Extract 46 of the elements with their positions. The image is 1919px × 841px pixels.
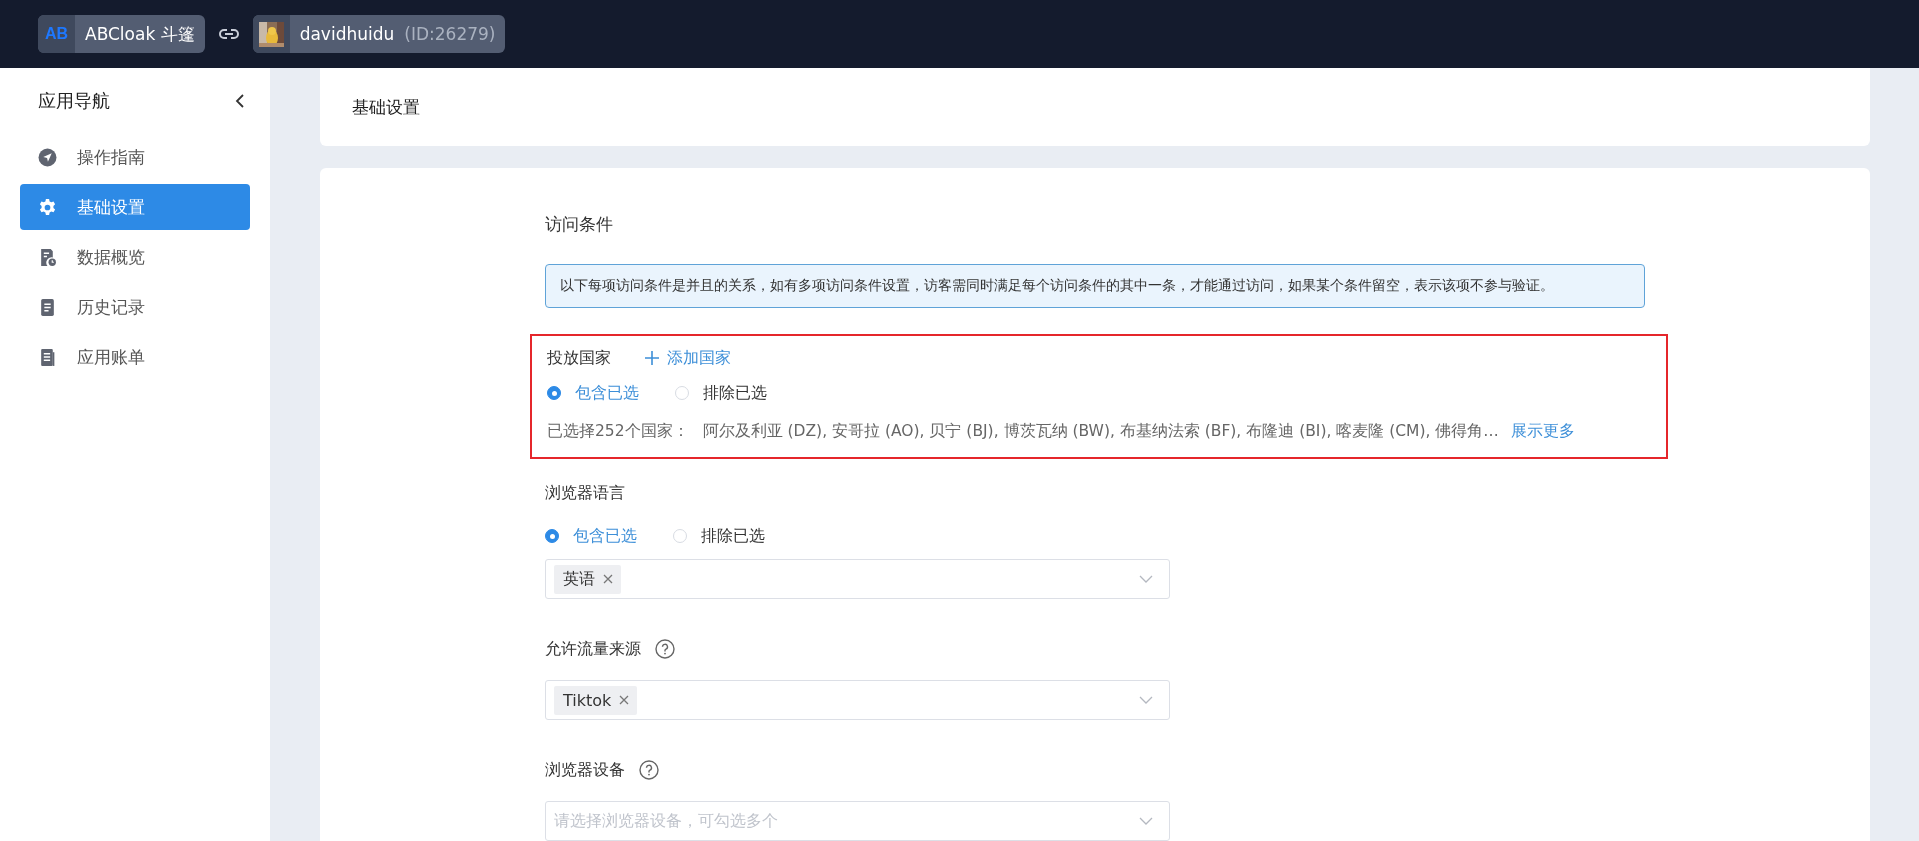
page-title: 基础设置 (352, 95, 420, 119)
tag: 英语 (554, 564, 621, 594)
tag: Tiktok (554, 685, 638, 715)
document-icon (38, 297, 57, 317)
notice: 以下每项访问条件是并且的关系，如有多项访问条件设置，访客需同时满足每个访问条件的其中一条，才能通过访问，如果某个条件留空，表示该项不参与验证。 (545, 264, 1645, 308)
chevron-down-icon (1139, 575, 1153, 583)
compass-icon (38, 147, 57, 167)
help-icon (655, 639, 675, 659)
sidebar-item[interactable]: 基础设置 (20, 184, 250, 230)
select-field[interactable]: Tiktok (545, 680, 1170, 720)
add-country-button[interactable]: 添加国家 (645, 347, 731, 369)
app-logo: AB (44, 25, 69, 43)
user-name: davidhuidu (298, 24, 396, 44)
sidebar-item[interactable]: 应用账单 (20, 334, 250, 380)
app-badge[interactable]: AB ABCloak 斗篷 (38, 15, 205, 53)
show-more-link[interactable]: 展示更多 (1510, 420, 1575, 442)
link-icon (218, 27, 239, 41)
gear-icon (38, 197, 57, 217)
sidebar-item[interactable]: 数据概览 (20, 234, 250, 280)
radio-option[interactable]: 排除已选 (675, 381, 767, 405)
field-label: 浏览器语言 (545, 482, 625, 504)
close-icon[interactable] (619, 695, 630, 705)
radio-option[interactable]: 包含已选 (547, 381, 639, 405)
help-icon (639, 760, 659, 780)
chevron-down-icon (1139, 817, 1153, 825)
field-label: 投放国家 (547, 347, 611, 369)
radio-option[interactable]: 包含已选 (545, 524, 637, 548)
bill-icon (38, 347, 57, 367)
sidebar-item[interactable]: 历史记录 (20, 284, 250, 330)
field-label: 允许流量来源 (545, 638, 641, 660)
user-id: (ID:26279) (404, 24, 497, 44)
country-list: 阿尔及利亚 (DZ), 安哥拉 (AO), 贝宁 (BJ), 博茨瓦纳 (BW), 布基纳法索 (BF), 布隆迪 (BI), 喀麦隆 (CM), 佛得角… (702, 420, 1499, 442)
sidebar-item[interactable]: 操作指南 (20, 134, 250, 180)
user-badge[interactable]: davidhuidu (ID:26279) (252, 15, 506, 53)
collapse-icon[interactable] (234, 93, 246, 109)
close-icon[interactable] (603, 574, 613, 584)
app-name: ABCloak 斗篷 (84, 22, 196, 46)
sidebar-title: 应用导航 (38, 89, 110, 113)
report-icon (38, 247, 57, 267)
plus-icon (645, 351, 659, 365)
field-label: 浏览器设备 (545, 759, 625, 781)
chevron-down-icon (1139, 696, 1153, 704)
radio-option[interactable]: 排除已选 (673, 524, 765, 548)
select-field[interactable]: 英语 (545, 559, 1170, 599)
summary-label: 已选择252个国家： (547, 420, 689, 442)
section-title: 访问条件 (545, 213, 614, 236)
